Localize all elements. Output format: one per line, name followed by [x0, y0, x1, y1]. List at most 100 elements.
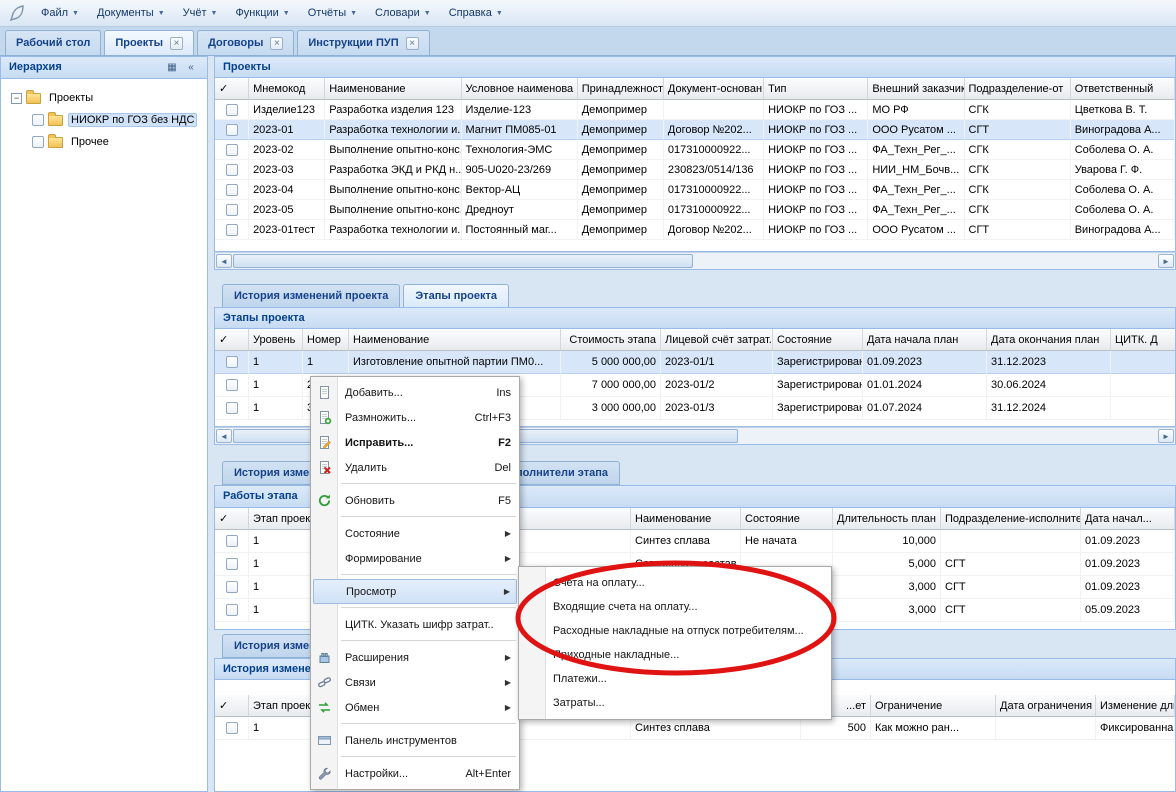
grid-cell[interactable]: Выполнение опытно-конс...: [325, 200, 461, 220]
grid-cell[interactable]: Выполнение опытно-конс...: [325, 140, 461, 160]
grid-cell[interactable]: Демопример: [578, 180, 664, 200]
column-header[interactable]: Ответственный: [1071, 78, 1175, 100]
column-header[interactable]: Состояние: [741, 508, 833, 530]
grid-cell[interactable]: Соболева О. А.: [1071, 200, 1175, 220]
grid-cell[interactable]: 905-U020-23/269: [462, 160, 578, 180]
grid-cell[interactable]: Изделие123: [249, 100, 325, 120]
tab-pup-instructions[interactable]: Инструкции ПУП×: [297, 30, 429, 55]
grid-cell[interactable]: НИОКР по ГОЗ ...: [764, 140, 868, 160]
grid-cell[interactable]: 5 000 000,00: [561, 351, 661, 374]
table-row[interactable]: Изделие123Разработка изделия 123Изделие-…: [215, 100, 1175, 120]
grid-cell[interactable]: Разработка технологии и...: [325, 120, 461, 140]
column-header[interactable]: Дата окончания план: [987, 329, 1111, 351]
menu-item-add[interactable]: Добавить...Ins: [311, 380, 519, 405]
grid-cell[interactable]: Уварова Г. Ф.: [1071, 160, 1175, 180]
menu-item-toolbar-panel[interactable]: Панель инструментов: [311, 728, 519, 753]
grid-cell[interactable]: СГК: [965, 200, 1071, 220]
grid-cell[interactable]: [664, 100, 764, 120]
table-row[interactable]: 2023-02Выполнение опытно-конс...Технолог…: [215, 140, 1175, 160]
scroll-right-icon[interactable]: ►: [1158, 254, 1174, 268]
column-header[interactable]: Лицевой счёт затрат.: [661, 329, 773, 351]
menu-functions[interactable]: Функции▼: [226, 4, 298, 22]
grid-cell[interactable]: 10,000: [833, 530, 941, 553]
grid-cell[interactable]: 7 000 000,00: [561, 374, 661, 397]
grid-cell[interactable]: Изготовление опытной партии ПМ0...: [349, 351, 561, 374]
menu-item-citk-cost-code[interactable]: ЦИТК. Указать шифр затрат..: [311, 612, 519, 637]
table-row[interactable]: 2023-01Разработка технологии и...Магнит …: [215, 120, 1175, 140]
grid-cell[interactable]: 3,000: [833, 576, 941, 599]
grid-cell[interactable]: Демопример: [578, 100, 664, 120]
grid-cell[interactable]: Демопример: [578, 120, 664, 140]
menu-item-exchange[interactable]: Обмен▶: [311, 695, 519, 720]
grid-cell[interactable]: 1: [249, 397, 303, 420]
pin-panel-icon[interactable]: ▦: [164, 60, 180, 76]
grid-cell[interactable]: Виноградова А...: [1071, 220, 1175, 240]
tree-checkbox[interactable]: [32, 136, 44, 148]
grid-cell[interactable]: 2023-02: [249, 140, 325, 160]
submenu-item[interactable]: Платежи...: [519, 667, 831, 691]
row-checkbox[interactable]: [226, 124, 238, 136]
grid-cell[interactable]: НИОКР по ГОЗ ...: [764, 200, 868, 220]
row-checkbox[interactable]: [226, 402, 238, 414]
grid-cell[interactable]: Цветкова В. Т.: [1071, 100, 1175, 120]
table-row[interactable]: 2023-03Разработка ЭКД и РКД н...905-U020…: [215, 160, 1175, 180]
column-header[interactable]: Дата ограничения: [996, 695, 1096, 717]
grid-cell[interactable]: Договор №202...: [664, 120, 764, 140]
grid-cell[interactable]: [941, 530, 1081, 553]
grid-cell[interactable]: СГК: [965, 160, 1071, 180]
grid-cell[interactable]: 05.09.2023: [1081, 599, 1175, 622]
column-header[interactable]: Документ-основан: [664, 78, 764, 100]
tree-node-niokr-goz[interactable]: НИОКР по ГОЗ без НДС: [5, 109, 203, 131]
submenu-item[interactable]: Приходные накладные...: [519, 643, 831, 667]
grid-cell[interactable]: СГК: [965, 140, 1071, 160]
grid-cell[interactable]: 2023-01: [249, 120, 325, 140]
column-header[interactable]: Подразделение-исполнитель..: [941, 508, 1081, 530]
menu-accounting[interactable]: Учёт▼: [174, 4, 227, 22]
tab-contracts[interactable]: Договоры×: [197, 30, 294, 55]
grid-cell[interactable]: Изделие-123: [462, 100, 578, 120]
row-checkbox[interactable]: [226, 164, 238, 176]
menu-item-view[interactable]: Просмотр▶: [313, 579, 517, 604]
grid-cell[interactable]: Демопример: [578, 220, 664, 240]
menu-documents[interactable]: Документы▼: [88, 4, 174, 22]
row-checkbox[interactable]: [226, 722, 238, 734]
column-header[interactable]: Длительность план ▼: [833, 508, 941, 530]
row-checkbox[interactable]: [226, 104, 238, 116]
row-checkbox[interactable]: [226, 144, 238, 156]
grid-cell[interactable]: СГТ: [941, 553, 1081, 576]
collapse-panel-icon[interactable]: «: [183, 60, 199, 76]
grid-cell[interactable]: 230823/0514/136: [664, 160, 764, 180]
grid-cell[interactable]: 2023-01/3: [661, 397, 773, 420]
grid-cell[interactable]: 2023-05: [249, 200, 325, 220]
grid-cell[interactable]: Демопример: [578, 200, 664, 220]
grid-cell[interactable]: 017310000922...: [664, 200, 764, 220]
grid-cell[interactable]: Магнит ПМ085-01: [462, 120, 578, 140]
select-column-header[interactable]: ✓: [215, 695, 249, 717]
scroll-left-icon[interactable]: ◄: [216, 429, 232, 443]
table-row[interactable]: 11Изготовление опытной партии ПМ0...5 00…: [215, 351, 1176, 374]
grid-cell[interactable]: Вектор-АЦ: [462, 180, 578, 200]
grid-cell[interactable]: НИОКР по ГОЗ ...: [764, 220, 868, 240]
submenu-item[interactable]: Расходные накладные на отпуск потребител…: [519, 619, 831, 643]
row-checkbox[interactable]: [226, 184, 238, 196]
menu-reports[interactable]: Отчёты▼: [299, 4, 366, 22]
grid-cell[interactable]: СГТ: [941, 599, 1081, 622]
grid-cell[interactable]: ФА_Техн_Рег_...: [868, 140, 964, 160]
grid-cell[interactable]: 31.12.2023: [987, 351, 1111, 374]
grid-cell[interactable]: [1111, 351, 1176, 374]
row-checkbox[interactable]: [226, 558, 238, 570]
menu-help[interactable]: Справка▼: [440, 4, 512, 22]
grid-cell[interactable]: Разработка технологии и...: [325, 220, 461, 240]
tab-project-stages[interactable]: Этапы проекта: [403, 284, 509, 308]
menu-item-edit[interactable]: Исправить...F2: [311, 430, 519, 455]
column-header[interactable]: Принадлежность: [578, 78, 664, 100]
grid-cell[interactable]: 017310000922...: [664, 180, 764, 200]
grid-cell[interactable]: 2023-04: [249, 180, 325, 200]
grid-cell[interactable]: Соболева О. А.: [1071, 180, 1175, 200]
grid-cell[interactable]: НИОКР по ГОЗ ...: [764, 100, 868, 120]
tab-project-change-history[interactable]: История изменений проекта: [222, 284, 400, 308]
submenu-item[interactable]: Входящие счета на оплату...: [519, 595, 831, 619]
row-checkbox[interactable]: [226, 204, 238, 216]
menu-dictionaries[interactable]: Словари▼: [366, 4, 440, 22]
grid-cell[interactable]: 2023-01/1: [661, 351, 773, 374]
